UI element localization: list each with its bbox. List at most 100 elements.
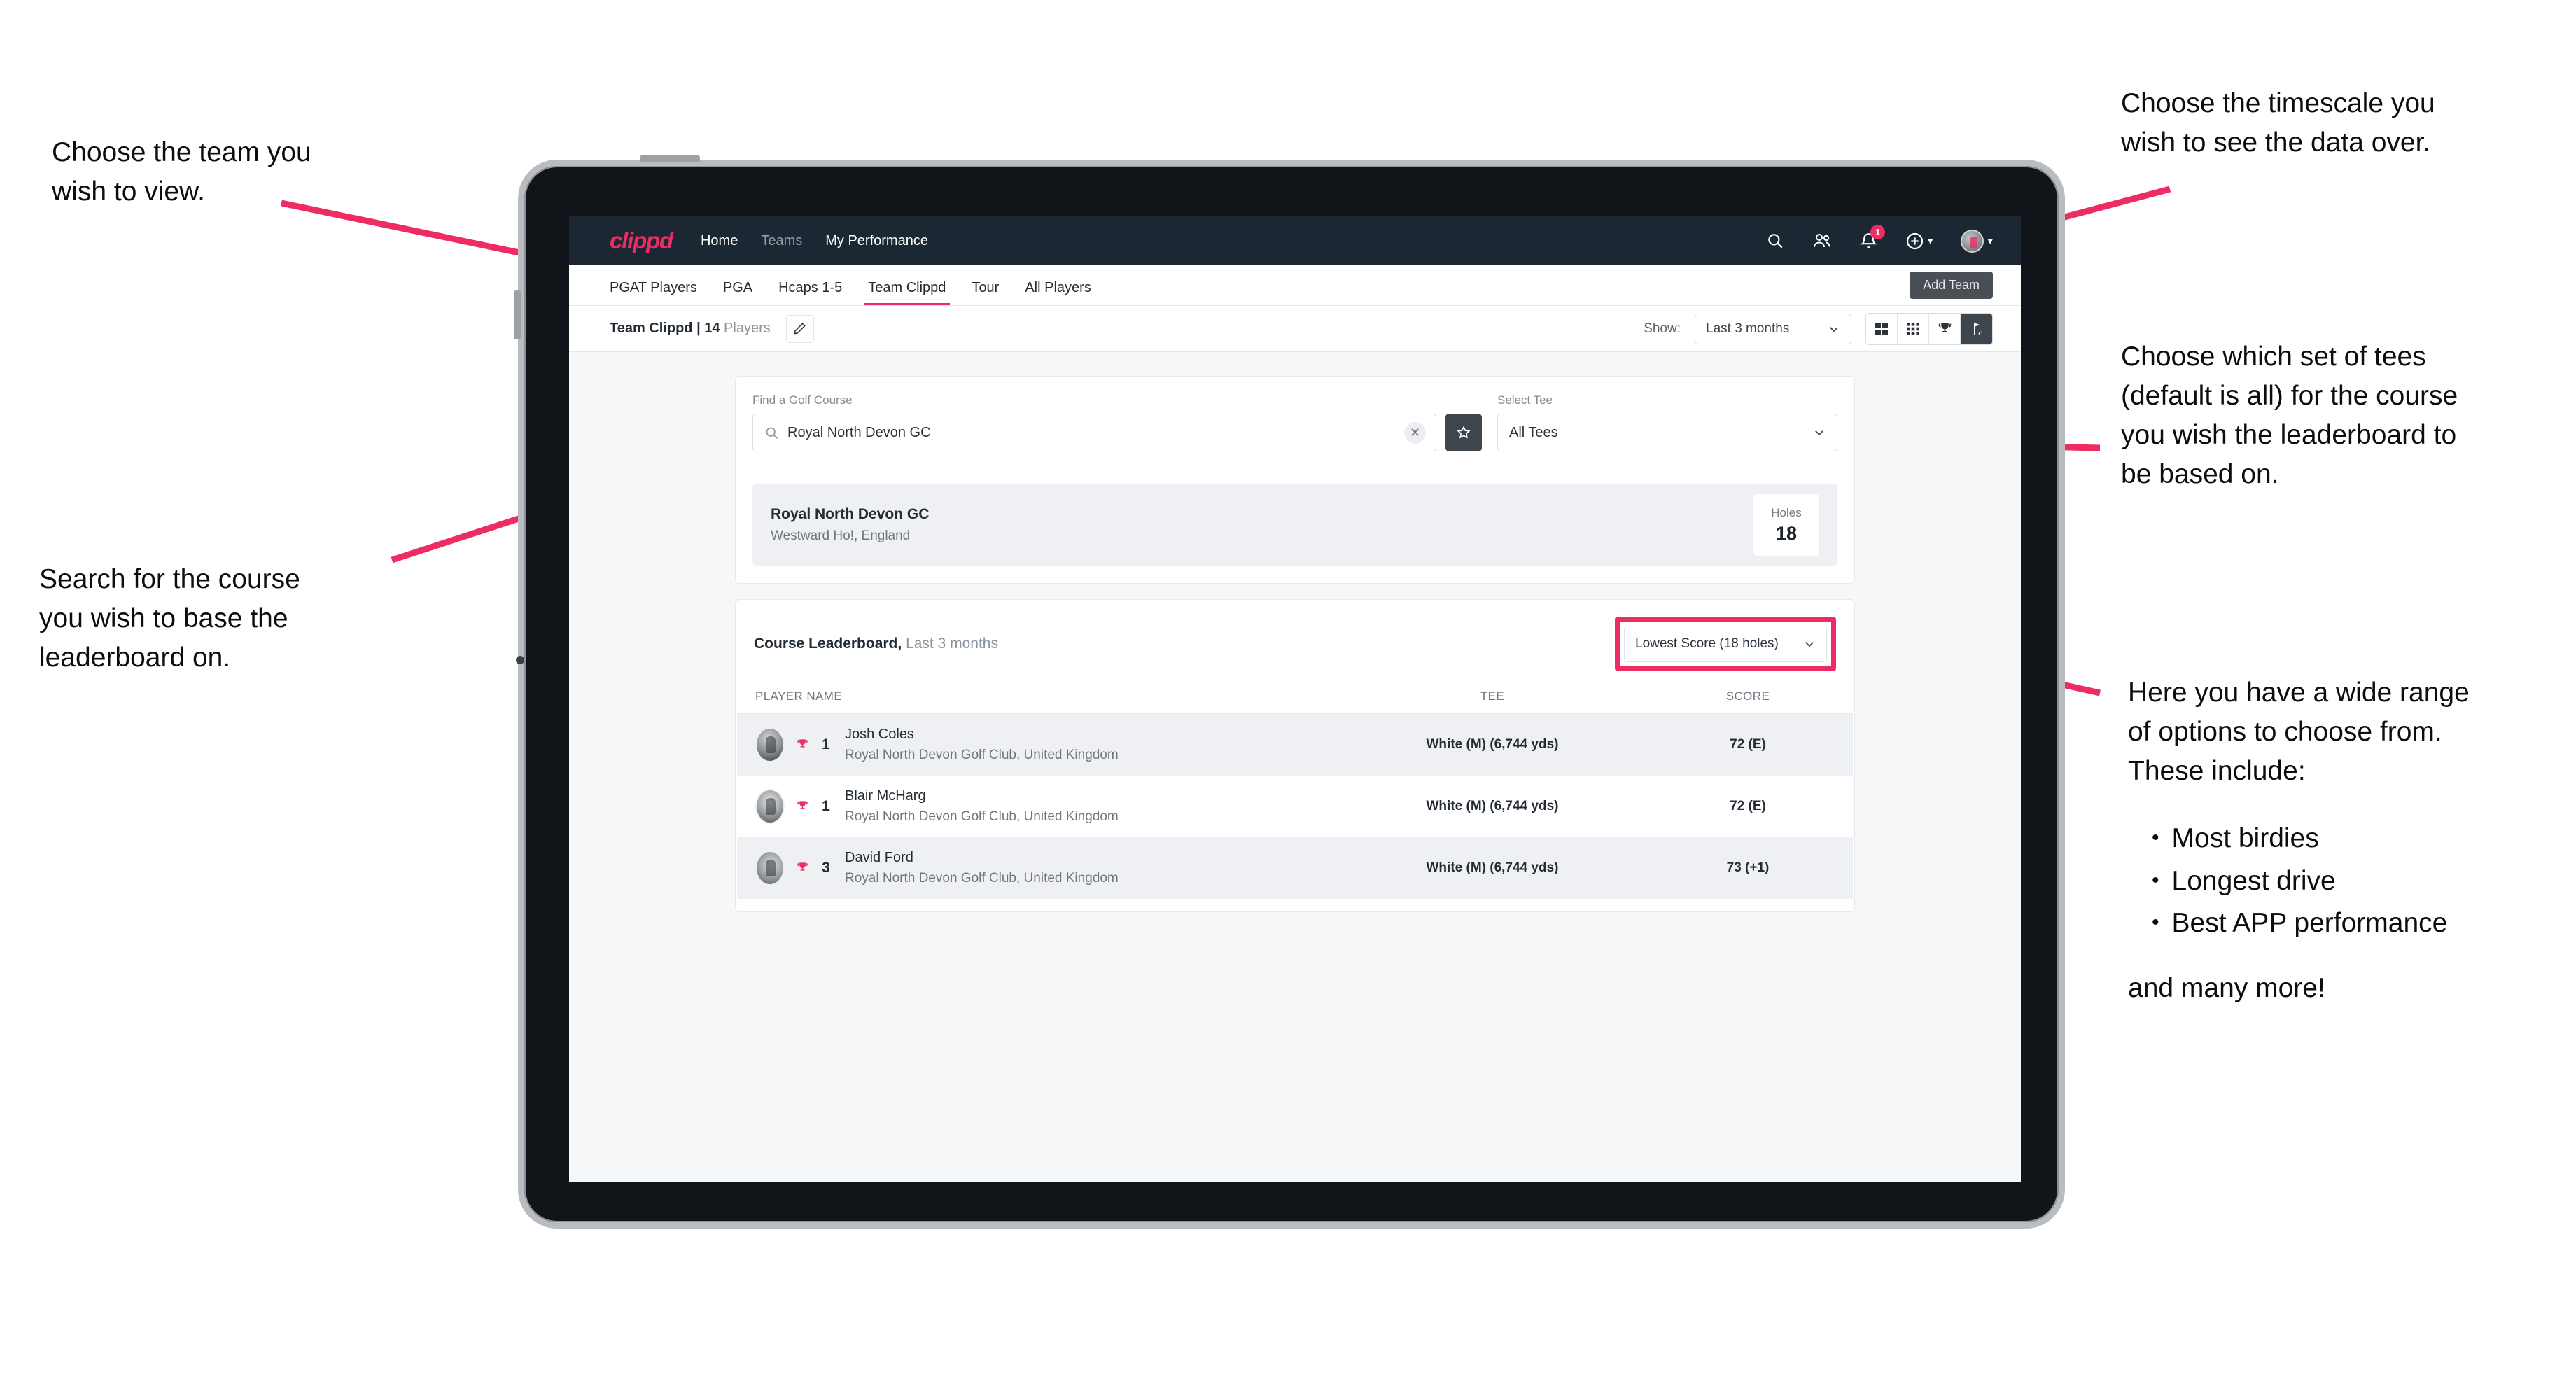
team-toolbar: Team Clippd | 14 Players Show: Last 3 mo… [569, 306, 2021, 352]
leaderboard-title-main: Course Leaderboard, [754, 636, 902, 652]
course-search-value: Royal North Devon GC [788, 424, 931, 440]
avatar [755, 850, 785, 886]
view-grid-2x2-button[interactable] [1866, 313, 1898, 344]
annotation-choose-tees: Choose which set of tees (default is all… [2121, 342, 2458, 490]
annotation-option-item: • Best APP performance [2128, 902, 2576, 944]
column-tee: TEE [1342, 685, 1643, 714]
tab-pgat-players[interactable]: PGAT Players [610, 280, 697, 305]
timescale-value: Last 3 months [1706, 321, 1790, 336]
show-label: Show: [1644, 321, 1681, 336]
team-player-count: 14 [704, 321, 720, 336]
course-result-name: Royal North Devon GC [771, 506, 930, 522]
leaderboard-sort-wrapper: Lowest Score (18 holes) [1615, 617, 1836, 671]
nav-actions: 1 ▾ ▾ [1766, 225, 1993, 253]
close-icon[interactable]: ✕ [1404, 421, 1426, 444]
annotation-options: Here you have a wide range of options to… [2128, 673, 2576, 1008]
player-info: 3 David Ford Royal North Devon Golf Club… [737, 850, 1342, 886]
leaderboard-table: PLAYER NAME TEE SCORE 1 Josh Coles Royal… [737, 685, 1853, 899]
tab-tour[interactable]: Tour [972, 280, 999, 305]
table-row[interactable]: 1 Josh Coles Royal North Devon Golf Club… [737, 713, 1853, 776]
leaderboard-title-sub: Last 3 months [902, 636, 998, 652]
tablet-frame: clippd Home Teams My Performance 1 ▾ ▾ P… [514, 155, 2065, 1228]
player-score: 72 (E) [1643, 713, 1853, 776]
profile-menu-button[interactable]: ▾ [1961, 229, 1993, 253]
view-grid-3x3-button[interactable] [1898, 313, 1929, 344]
annotation-options-outro: and many more! [2128, 972, 2325, 1003]
favorite-course-button[interactable] [1446, 414, 1482, 451]
course-search-card: Find a Golf Course Royal North Devon GC … [735, 376, 1855, 584]
annotation-search-course: Search for the course you wish to base t… [39, 564, 300, 673]
player-rank: 3 [822, 859, 830, 876]
bell-icon[interactable]: 1 [1859, 225, 1885, 250]
add-menu-button[interactable]: ▾ [1905, 232, 1933, 251]
clippd-logo[interactable]: clippd [610, 227, 673, 254]
search-icon [766, 427, 778, 439]
team-players-word: Players [720, 321, 771, 336]
add-team-tooltip[interactable]: Add Team [1910, 272, 1993, 299]
course-search-row: Find a Golf Course Royal North Devon GC … [752, 393, 1837, 451]
course-result-item[interactable]: Royal North Devon GC Westward Ho!, Engla… [752, 484, 1837, 566]
tablet-power-button [640, 155, 700, 162]
avatar [755, 788, 785, 824]
trophy-icon [792, 799, 813, 813]
player-info: 1 Josh Coles Royal North Devon Golf Club… [737, 727, 1342, 763]
notification-badge: 1 [1870, 225, 1885, 239]
annotation-option-label: Best APP performance [2171, 908, 2448, 939]
holes-value: 18 [1775, 522, 1798, 544]
team-summary: Team Clippd | 14 Players [610, 321, 771, 337]
team-name: Team Clippd [610, 321, 693, 336]
grid-3x3-icon [1907, 322, 1919, 335]
holes-label: Holes [1771, 505, 1802, 519]
pencil-icon [794, 323, 806, 335]
annotation-option-item: • Longest drive [2128, 860, 2576, 902]
player-text: David Ford Royal North Devon Golf Club, … [838, 850, 1119, 886]
player-name: Blair McHarg [845, 788, 926, 804]
player-rank: 1 [822, 797, 830, 814]
player-tee: White (M) (6,744 yds) [1426, 798, 1559, 813]
team-separator: | [692, 321, 705, 336]
course-search-column: Find a Golf Course Royal North Devon GC … [752, 393, 1482, 451]
tab-hcaps-1-5[interactable]: Hcaps 1-5 [778, 280, 842, 305]
view-trophy-button[interactable] [1929, 313, 1961, 344]
view-course-leaderboard-button[interactable] [1961, 313, 1992, 344]
tablet-screen: clippd Home Teams My Performance 1 ▾ ▾ P… [569, 216, 2021, 1182]
timescale-select[interactable]: Last 3 months [1695, 313, 1851, 344]
tab-all-players[interactable]: All Players [1025, 280, 1091, 305]
table-row[interactable]: 1 Blair McHarg Royal North Devon Golf Cl… [737, 776, 1853, 837]
course-holes-box: Holes 18 [1754, 494, 1819, 556]
bullet-icon: • [2152, 911, 2160, 934]
annotation-options-intro: Here you have a wide range of options to… [2128, 678, 2470, 787]
annotation-option-label: Most birdies [2171, 823, 2319, 854]
table-row[interactable]: 3 David Ford Royal North Devon Golf Club… [737, 836, 1853, 899]
trophy-icon [1938, 323, 1951, 332]
leaderboard-sort-select[interactable]: Lowest Score (18 holes) [1624, 626, 1827, 662]
tab-team-clippd[interactable]: Team Clippd [864, 280, 951, 305]
course-search-body: Find a Golf Course Royal North Devon GC … [736, 377, 1854, 468]
nav-link-home[interactable]: Home [701, 233, 738, 249]
nav-link-teams[interactable]: Teams [761, 233, 802, 249]
edit-team-button[interactable] [785, 314, 814, 343]
star-icon [1457, 426, 1471, 439]
grid-2x2-icon [1875, 322, 1888, 335]
player-score: 73 (+1) [1643, 836, 1853, 899]
course-result-text: Royal North Devon GC Westward Ho!, Engla… [771, 506, 929, 544]
team-tabstrip: PGAT Players PGA Hcaps 1-5 Team Clippd T… [569, 265, 2021, 306]
chevron-down-icon [1830, 326, 1838, 332]
trophy-icon [792, 738, 813, 751]
player-text: Blair McHarg Royal North Devon Golf Club… [838, 788, 1119, 825]
search-icon[interactable] [1766, 232, 1784, 250]
avatar [1961, 229, 1984, 253]
annotation-choose-team: Choose the team you wish to view. [52, 137, 312, 207]
course-search-input[interactable]: Royal North Devon GC ✕ [752, 414, 1436, 451]
people-icon[interactable] [1812, 232, 1832, 250]
tab-pga[interactable]: PGA [723, 280, 752, 305]
course-search-label: Find a Golf Course [752, 393, 853, 407]
chevron-down-icon [1805, 642, 1814, 648]
leaderboard-thead: PLAYER NAME TEE SCORE [737, 685, 1853, 714]
player-score: 72 (E) [1730, 798, 1766, 813]
player-name: David Ford [845, 849, 913, 865]
nav-link-my-performance[interactable]: My Performance [825, 233, 928, 249]
tee-select[interactable]: All Tees [1497, 414, 1837, 451]
chevron-down-icon [1815, 430, 1823, 436]
tee-select-value: All Tees [1509, 424, 1558, 440]
